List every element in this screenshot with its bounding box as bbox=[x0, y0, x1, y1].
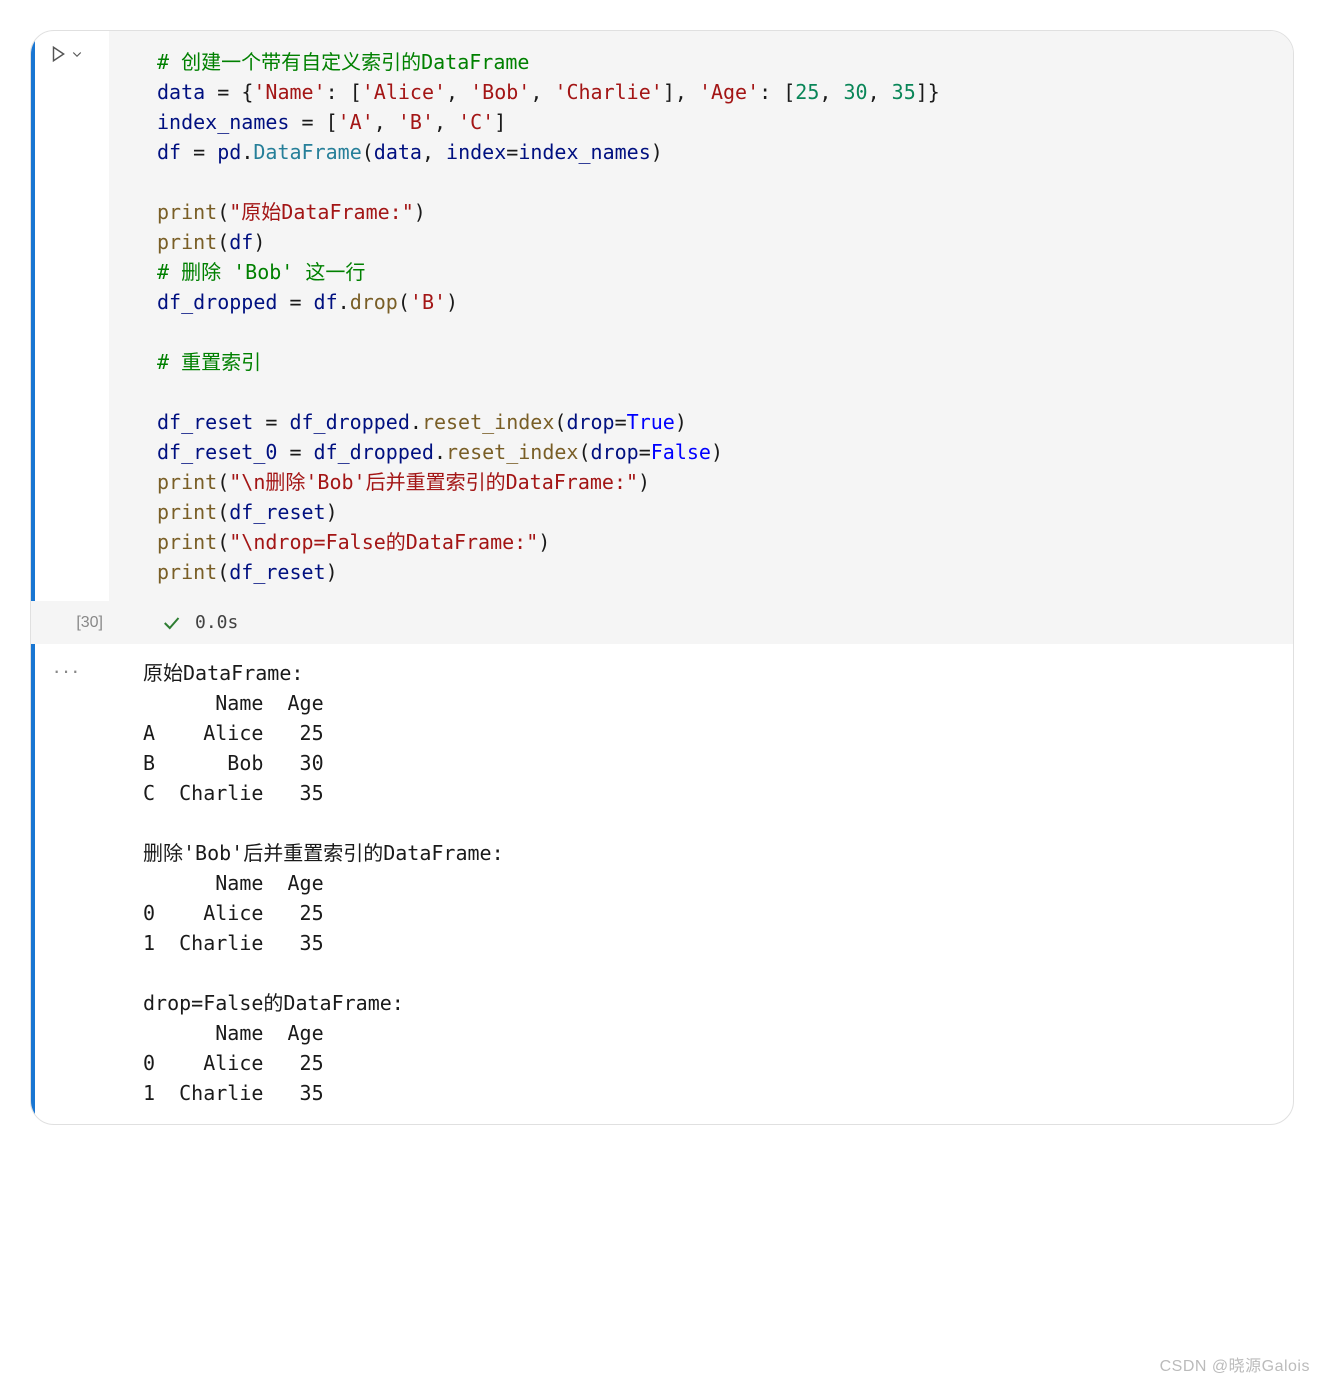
execution-time: 0.0s bbox=[195, 609, 238, 636]
output-gutter[interactable]: ··· bbox=[35, 644, 113, 1124]
watermark: CSDN @晓源Galois bbox=[1160, 1352, 1310, 1376]
output-section: ··· 原始DataFrame: Name Age A Alice 25 B B… bbox=[31, 644, 1293, 1124]
play-icon bbox=[49, 45, 67, 63]
cell-focus-indicator bbox=[31, 31, 35, 601]
run-cell-button[interactable] bbox=[49, 45, 83, 63]
execution-count: [30] bbox=[31, 614, 109, 632]
check-icon bbox=[161, 613, 181, 633]
output-ellipsis-icon[interactable]: ··· bbox=[53, 658, 81, 683]
notebook-cell: # 创建一个带有自定义索引的DataFrame data = {'Name': … bbox=[30, 30, 1294, 1125]
code-content: # 创建一个带有自定义索引的DataFrame data = {'Name': … bbox=[157, 47, 1273, 587]
cell-gutter bbox=[31, 31, 109, 601]
code-cell: # 创建一个带有自定义索引的DataFrame data = {'Name': … bbox=[31, 31, 1293, 601]
execution-status-row: [30] 0.0s bbox=[31, 601, 1293, 644]
code-editor[interactable]: # 创建一个带有自定义索引的DataFrame data = {'Name': … bbox=[109, 31, 1293, 601]
chevron-down-icon bbox=[71, 48, 83, 60]
output-focus-indicator bbox=[31, 644, 35, 1124]
output-text: 原始DataFrame: Name Age A Alice 25 B Bob 3… bbox=[113, 644, 1293, 1124]
